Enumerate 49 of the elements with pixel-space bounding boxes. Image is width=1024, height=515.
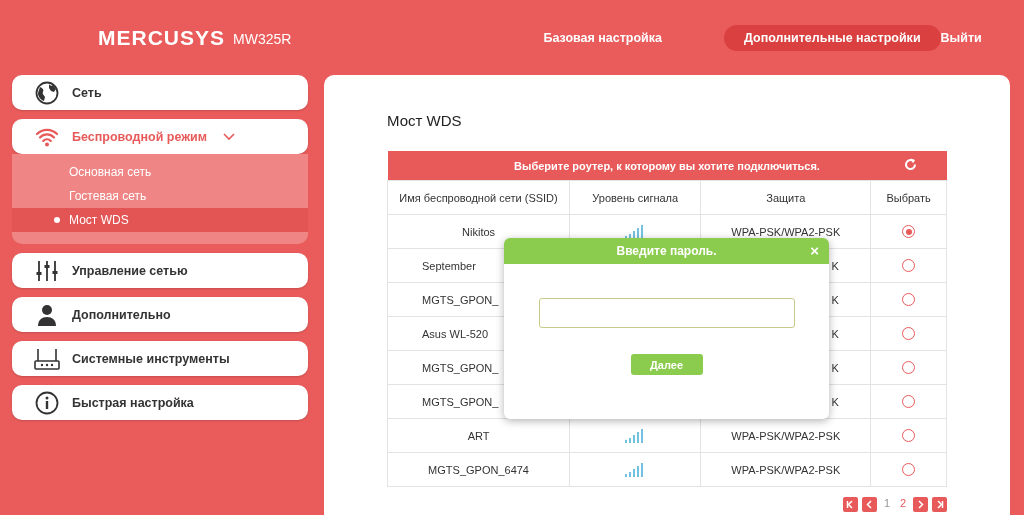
refresh-icon[interactable] (903, 158, 917, 171)
person-icon (37, 303, 57, 326)
page-arrow-button[interactable] (862, 497, 877, 512)
sidebar-item[interactable]: Быстрая настройка (12, 385, 308, 420)
brand-logo: MERCUSYS (98, 25, 226, 50)
column-header: Защита (700, 180, 871, 215)
globe-icon (35, 80, 59, 105)
sidebar-item-label: Быстрая настройка (72, 395, 194, 410)
chevron-icon (223, 132, 236, 141)
submenu-item[interactable]: Мост WDS (12, 208, 308, 232)
nav-link[interactable]: Выйти (940, 24, 982, 51)
sidebar-item-label: Сеть (72, 85, 102, 100)
chevron-left-icon (865, 500, 874, 509)
page-number[interactable]: 2 (897, 497, 909, 512)
sidebar-item[interactable]: Дополнительно (12, 297, 308, 332)
submenu-item[interactable]: Гостевая сеть (12, 184, 308, 208)
next-button[interactable]: Далее (630, 354, 703, 375)
table-cell: MGTS_GPON_6474 (387, 452, 570, 487)
column-header: Имя беспроводной сети (SSID) (387, 180, 570, 215)
chevron-right-icon (916, 500, 925, 509)
wifi-icon (35, 126, 59, 147)
bullet-icon (54, 217, 60, 223)
sidebar-item-label: Дополнительно (72, 307, 171, 322)
sidebar-item[interactable]: Системные инструменты (12, 341, 308, 376)
first-last-button[interactable] (932, 497, 947, 512)
sliders-icon (35, 258, 59, 283)
column-header: Выбрать (870, 180, 947, 215)
password-field[interactable] (538, 298, 795, 328)
nav-link[interactable]: Дополнительные настройки (724, 24, 941, 51)
nav-link[interactable]: Базовая настройка (523, 24, 682, 51)
sidebar-item-label: Управление сетью (72, 263, 188, 278)
column-header: Уровень сигнала (569, 180, 701, 215)
sidebar-item-label: Системные инструменты (72, 351, 230, 366)
chevron-right-icon (935, 500, 944, 509)
sidebar-item[interactable]: Сеть (12, 75, 308, 110)
page-number[interactable]: 1 (881, 497, 893, 512)
page-arrow-button[interactable] (913, 497, 928, 512)
page-title: Мост WDS (387, 112, 463, 129)
table-caption: Выберите роутер, к которому вы хотите подключиться. (514, 159, 820, 172)
sidebar-item[interactable]: Управление сетью (12, 253, 308, 288)
submenu-item[interactable]: Основная сеть (12, 160, 308, 184)
info-icon (35, 390, 59, 415)
sidebar-item-label: Беспроводной режим (72, 129, 208, 144)
model-name: MW325R (233, 31, 292, 47)
table-cell: WPA-PSK/WPA2-PSK (700, 452, 871, 487)
chevron-left-icon (846, 500, 855, 509)
sidebar-item[interactable]: Беспроводной режим (12, 119, 308, 154)
router-icon (34, 347, 60, 370)
first-last-button[interactable] (843, 497, 858, 512)
